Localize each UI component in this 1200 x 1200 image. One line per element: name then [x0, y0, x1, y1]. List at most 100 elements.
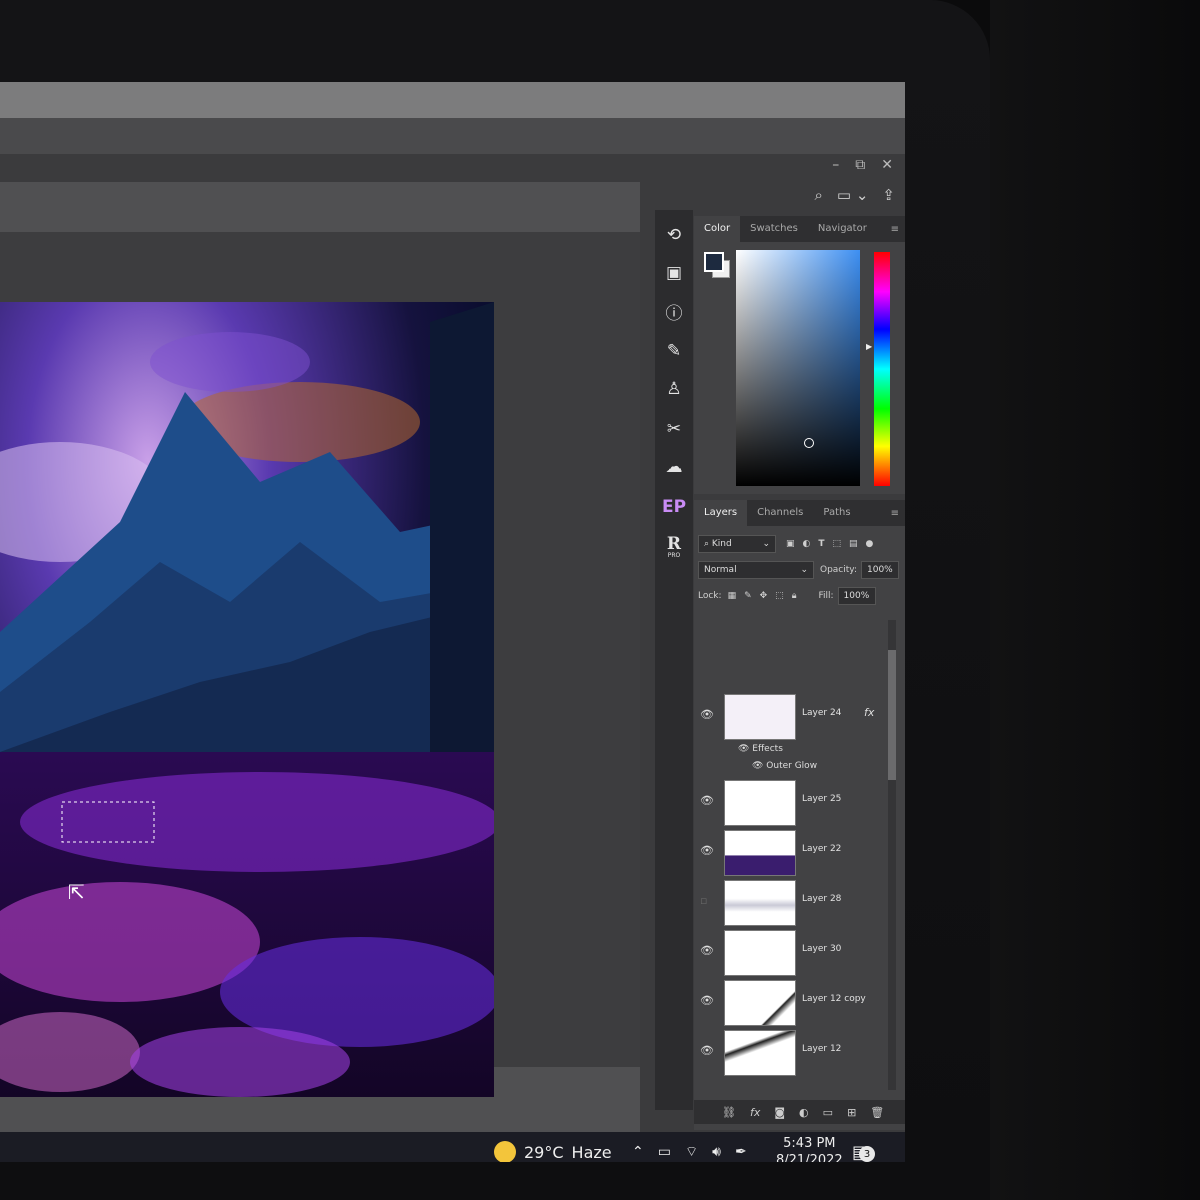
search-icon[interactable]: ⌕: [815, 186, 823, 204]
panel-menu-icon[interactable]: ≡: [891, 224, 899, 235]
clone-source-icon[interactable]: ♙: [655, 374, 693, 404]
lock-label: Lock:: [698, 591, 722, 601]
r-pro-sub: PRO: [667, 551, 681, 559]
filter-type-icon[interactable]: T: [818, 539, 824, 549]
clock[interactable]: 5:43 PM 8/21/2022: [776, 1132, 843, 1162]
lock-transparent-icon[interactable]: ▦: [728, 591, 737, 601]
layer-name: Layer 25: [802, 794, 842, 804]
weather-desc: Haze: [571, 1142, 612, 1162]
layers-scrollbar-thumb[interactable]: [888, 650, 896, 780]
layers-menu-icon[interactable]: ≡: [891, 508, 899, 519]
restore-button[interactable]: ⧉: [855, 157, 865, 173]
tab-paths[interactable]: Paths: [813, 500, 860, 526]
notification-count: 3: [859, 1146, 876, 1162]
layer-thumbnail: [724, 980, 796, 1026]
layer-row[interactable]: 👁︎ Layer 12 copy: [694, 978, 884, 1026]
layer-thumbnail: [724, 1030, 796, 1076]
trash-icon[interactable]: 🗑︎: [870, 1106, 884, 1119]
properties-icon[interactable]: ▣: [655, 258, 693, 288]
minimize-button[interactable]: –: [832, 157, 839, 173]
hue-slider-arrow-icon[interactable]: ▶: [866, 342, 872, 351]
lock-artboard-icon[interactable]: ⬚: [775, 591, 784, 601]
volume-icon[interactable]: 🔊︎: [712, 1144, 721, 1160]
tab-color[interactable]: Color: [694, 216, 741, 242]
eye-icon[interactable]: 👁︎: [700, 944, 714, 957]
layer-thumbnail: [724, 694, 796, 740]
eye-icon[interactable]: 👁︎: [700, 994, 714, 1007]
layer-row[interactable]: 👁︎ Layer 24 fx: [694, 692, 884, 740]
effects-row[interactable]: 👁︎ Effects: [738, 744, 783, 754]
battery-icon[interactable]: ▭: [658, 1144, 671, 1160]
info-icon[interactable]: ⓘ: [655, 296, 693, 326]
tab-layers[interactable]: Layers: [694, 500, 748, 526]
filter-adjustment-icon[interactable]: ◐: [803, 539, 811, 549]
close-button[interactable]: ✕: [881, 157, 893, 173]
share-icon[interactable]: ⇪: [882, 186, 895, 204]
new-group-icon[interactable]: ▭: [823, 1106, 833, 1119]
tab-swatches[interactable]: Swatches: [740, 216, 808, 242]
notification-center[interactable]: ▤ 3: [852, 1132, 876, 1162]
lock-all-icon[interactable]: 🔒︎: [792, 591, 797, 601]
fx-badge[interactable]: fx: [864, 706, 874, 719]
blend-mode-select[interactable]: Normal ⌄: [698, 561, 814, 579]
outer-glow-label: Outer Glow: [766, 761, 818, 771]
filter-toggle-icon[interactable]: ●: [866, 539, 874, 549]
filter-shape-icon[interactable]: ⬚: [833, 539, 842, 549]
layers-list: 👁︎ Layer 24 fx 👁︎ Effects 👁︎ Outer Glow …: [694, 610, 884, 1100]
fill-label: Fill:: [818, 591, 834, 601]
layers-scrollbar[interactable]: [888, 620, 896, 1090]
new-layer-icon[interactable]: ⊞: [847, 1106, 856, 1119]
pen-icon[interactable]: ✒: [735, 1144, 747, 1160]
chevron-up-icon[interactable]: ⌃: [632, 1144, 644, 1160]
document-canvas[interactable]: ⇱: [0, 302, 494, 1097]
filter-kind-select[interactable]: ⌕ Kind ⌄: [698, 535, 776, 553]
tab-navigator[interactable]: Navigator: [808, 216, 877, 242]
link-layers-icon[interactable]: ⛓: [722, 1106, 736, 1119]
clock-time: 5:43 PM: [783, 1136, 836, 1151]
opacity-field[interactable]: 100%: [861, 561, 899, 579]
eye-icon[interactable]: 👁︎: [738, 744, 752, 754]
layer-row[interactable]: 👁︎ Layer 12: [694, 1028, 884, 1076]
eye-icon[interactable]: 👁︎: [700, 1044, 714, 1057]
layer-row[interactable]: 👁︎ Layer 25: [694, 778, 884, 826]
workspace-switcher-icon[interactable]: ▭ ⌄: [837, 186, 869, 204]
hue-slider[interactable]: [874, 252, 890, 486]
wifi-icon[interactable]: ⌔: [685, 1143, 698, 1161]
layer-thumbnail: [724, 930, 796, 976]
layer-row[interactable]: ▫ Layer 28: [694, 878, 884, 926]
filter-smart-object-icon[interactable]: ▤: [849, 539, 858, 549]
layer-row[interactable]: 👁︎ Layer 22: [694, 828, 884, 876]
creative-cloud-icon[interactable]: ☁: [655, 452, 693, 482]
eye-icon[interactable]: 👁︎: [752, 761, 766, 771]
outer-glow-row[interactable]: 👁︎ Outer Glow: [752, 761, 817, 771]
room-background: [990, 0, 1200, 1200]
add-style-icon[interactable]: fx: [750, 1106, 760, 1119]
color-picker-handle[interactable]: [804, 438, 814, 448]
effects-label: Effects: [752, 744, 783, 754]
filter-kind-label: Kind: [711, 539, 732, 549]
foreground-color-swatch[interactable]: [704, 252, 724, 272]
fill-field[interactable]: 100%: [837, 587, 876, 605]
layer-row[interactable]: 👁︎ Layer 30: [694, 928, 884, 976]
weather-temp: 29°C: [524, 1142, 564, 1162]
hidden-eye-icon[interactable]: ▫: [700, 894, 707, 907]
panel-icons-column: ⟲ ▣ ⓘ ✎ ♙ ✂ ☁ EP R PRO: [655, 210, 693, 1110]
tab-channels[interactable]: Channels: [747, 500, 813, 526]
tools-icon[interactable]: ✂: [655, 414, 693, 444]
history-icon[interactable]: ⟲: [655, 220, 693, 250]
r-pro-plugin-icon[interactable]: R PRO: [655, 532, 693, 562]
new-adjustment-icon[interactable]: ◐: [799, 1106, 809, 1119]
add-mask-icon[interactable]: ◙: [774, 1106, 785, 1119]
ep-plugin-icon[interactable]: EP: [655, 492, 693, 522]
chevron-down-icon: ⌄: [762, 539, 770, 549]
layer-name: Layer 28: [802, 894, 842, 904]
eye-icon[interactable]: 👁︎: [700, 844, 714, 857]
eye-icon[interactable]: 👁︎: [700, 708, 714, 721]
eye-icon[interactable]: 👁︎: [700, 794, 714, 807]
brushes-icon[interactable]: ✎: [655, 336, 693, 366]
lock-position-icon[interactable]: ✥: [760, 591, 768, 601]
color-field[interactable]: [736, 250, 860, 486]
lock-image-icon[interactable]: ✎: [744, 591, 752, 601]
weather-widget[interactable]: 29°C Haze: [494, 1132, 612, 1162]
filter-pixel-icon[interactable]: ▣: [786, 539, 795, 549]
